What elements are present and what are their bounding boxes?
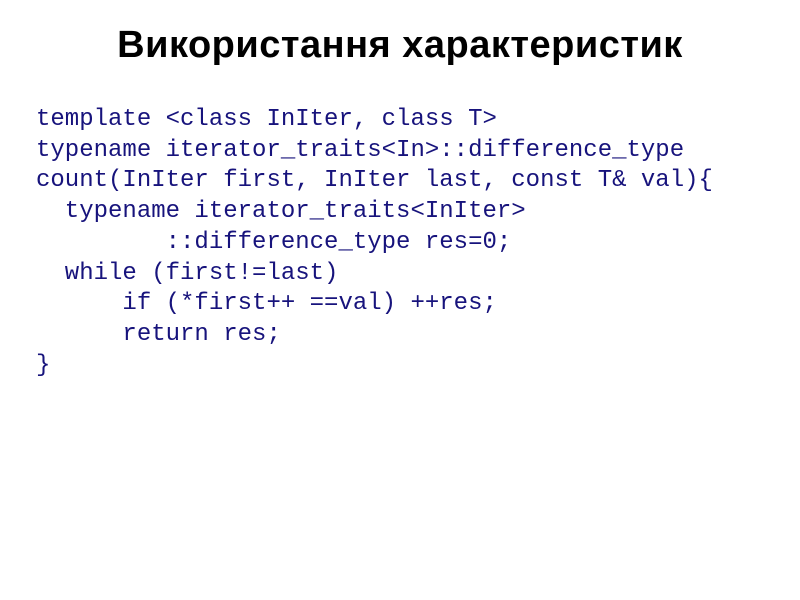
code-block: template <class InIter, class T> typenam…: [36, 105, 770, 381]
code-line: while (first!=last): [36, 260, 338, 287]
code-line: template <class InIter, class T>: [36, 106, 497, 133]
code-line: typename iterator_traits<InIter>: [36, 198, 526, 225]
code-line: ::difference_type res=0;: [36, 229, 511, 256]
slide: Використання характеристик template <cla…: [0, 0, 800, 600]
code-line: typename iterator_traits<In>::difference…: [36, 137, 684, 164]
code-line: count(InIter first, InIter last, const T…: [36, 167, 713, 194]
code-line: if (*first++ ==val) ++res;: [36, 290, 497, 317]
slide-title: Використання характеристик: [30, 24, 770, 67]
code-line: }: [36, 352, 50, 379]
code-line: return res;: [36, 321, 281, 348]
